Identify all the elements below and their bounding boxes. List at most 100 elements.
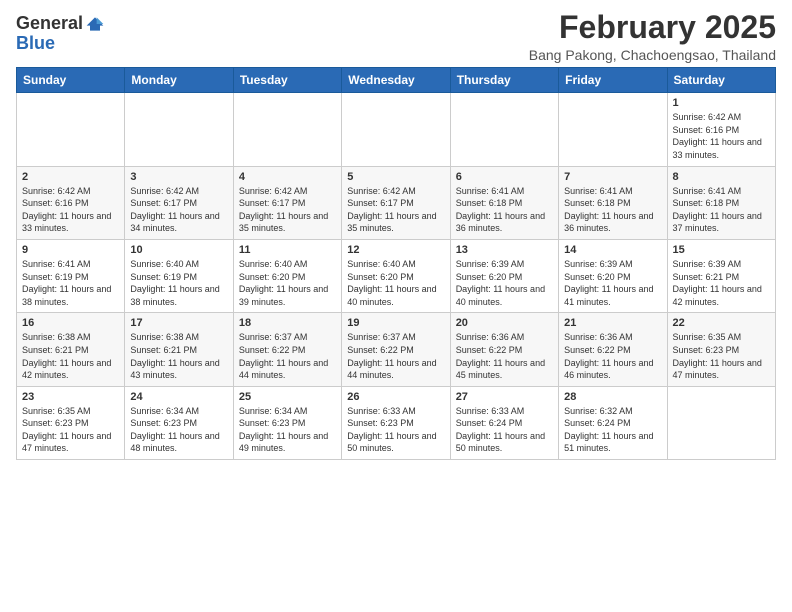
table-row: 27 Sunrise: 6:33 AM Sunset: 6:24 PM Dayli… bbox=[450, 386, 558, 459]
day-info: Sunrise: 6:41 AM Sunset: 6:19 PM Dayligh… bbox=[22, 258, 119, 308]
day-info: Sunrise: 6:37 AM Sunset: 6:22 PM Dayligh… bbox=[239, 331, 336, 381]
table-row: 19 Sunrise: 6:37 AM Sunset: 6:22 PM Dayli… bbox=[342, 313, 450, 386]
calendar-week-row: 23Sunrise: 6:35 AM Sunset: 6:23 PM Dayli… bbox=[17, 386, 776, 459]
table-row bbox=[17, 93, 125, 166]
day-number: 27 bbox=[456, 391, 553, 403]
table-row: 28 Sunrise: 6:32 AM Sunset: 6:24 PM Dayli… bbox=[559, 386, 667, 459]
day-number: 22 bbox=[673, 317, 770, 329]
title-block: February 2025 Bang Pakong, Chachoengsao,… bbox=[529, 10, 776, 63]
day-info: Sunrise: 6:41 AM Sunset: 6:18 PM Dayligh… bbox=[673, 185, 770, 235]
day-info: Sunrise: 6:38 AM Sunset: 6:21 PM Dayligh… bbox=[130, 331, 227, 381]
table-row: 13 Sunrise: 6:39 AM Sunset: 6:20 PM Dayli… bbox=[450, 239, 558, 312]
table-row: 1 Sunrise: 6:42 AM Sunset: 6:16 PM Daylig… bbox=[667, 93, 775, 166]
logo: General Blue bbox=[16, 14, 105, 54]
day-info: Sunrise: 6:40 AM Sunset: 6:20 PM Dayligh… bbox=[347, 258, 444, 308]
table-row bbox=[125, 93, 233, 166]
day-info: Sunrise: 6:39 AM Sunset: 6:21 PM Dayligh… bbox=[673, 258, 770, 308]
day-info: Sunrise: 6:40 AM Sunset: 6:20 PM Dayligh… bbox=[239, 258, 336, 308]
table-row: 16 Sunrise: 6:38 AM Sunset: 6:21 PM Dayli… bbox=[17, 313, 125, 386]
day-number: 28 bbox=[564, 391, 661, 403]
table-row: 15 Sunrise: 6:39 AM Sunset: 6:21 PM Dayli… bbox=[667, 239, 775, 312]
day-number: 14 bbox=[564, 244, 661, 256]
day-info: Sunrise: 6:33 AM Sunset: 6:24 PM Dayligh… bbox=[456, 405, 553, 455]
day-number: 5 bbox=[347, 171, 444, 183]
calendar-week-row: 2 Sunrise: 6:42 AM Sunset: 6:16 PM Daylig… bbox=[17, 166, 776, 239]
day-number: 19 bbox=[347, 317, 444, 329]
day-number: 26 bbox=[347, 391, 444, 403]
day-info: Sunrise: 6:37 AM Sunset: 6:22 PM Dayligh… bbox=[347, 331, 444, 381]
day-number: 8 bbox=[673, 171, 770, 183]
day-info: Sunrise: 6:39 AM Sunset: 6:20 PM Dayligh… bbox=[456, 258, 553, 308]
day-info: Sunrise: 6:42 AM Sunset: 6:17 PM Dayligh… bbox=[239, 185, 336, 235]
day-info: Sunrise: 6:32 AM Sunset: 6:24 PM Dayligh… bbox=[564, 405, 661, 455]
day-number: 16 bbox=[22, 317, 119, 329]
table-row: 6Sunrise: 6:41 AM Sunset: 6:18 PM Daylig… bbox=[450, 166, 558, 239]
day-info: Sunrise: 6:41 AM Sunset: 6:18 PM Dayligh… bbox=[564, 185, 661, 235]
table-row: 5 Sunrise: 6:42 AM Sunset: 6:17 PM Daylig… bbox=[342, 166, 450, 239]
table-row: 7 Sunrise: 6:41 AM Sunset: 6:18 PM Daylig… bbox=[559, 166, 667, 239]
table-row bbox=[559, 93, 667, 166]
calendar-table: Sunday Monday Tuesday Wednesday Thursday… bbox=[16, 67, 776, 460]
day-number: 7 bbox=[564, 171, 661, 183]
title-month: February 2025 bbox=[529, 10, 776, 45]
day-info: Sunrise: 6:42 AM Sunset: 6:16 PM Dayligh… bbox=[673, 111, 770, 161]
table-row bbox=[667, 386, 775, 459]
header: General Blue February 2025 Bang Pakong, … bbox=[16, 10, 776, 63]
day-number: 13 bbox=[456, 244, 553, 256]
table-row: 12 Sunrise: 6:40 AM Sunset: 6:20 PM Dayli… bbox=[342, 239, 450, 312]
table-row: 22 Sunrise: 6:35 AM Sunset: 6:23 PM Dayli… bbox=[667, 313, 775, 386]
logo-general-text: General bbox=[16, 14, 83, 34]
table-row: 4Sunrise: 6:42 AM Sunset: 6:17 PM Daylig… bbox=[233, 166, 341, 239]
day-number: 1 bbox=[673, 97, 770, 109]
table-row: 9 Sunrise: 6:41 AM Sunset: 6:19 PM Daylig… bbox=[17, 239, 125, 312]
table-row: 25 Sunrise: 6:34 AM Sunset: 6:23 PM Dayli… bbox=[233, 386, 341, 459]
day-number: 3 bbox=[130, 171, 227, 183]
table-row: 10Sunrise: 6:40 AM Sunset: 6:19 PM Dayli… bbox=[125, 239, 233, 312]
table-row bbox=[233, 93, 341, 166]
table-row: 23Sunrise: 6:35 AM Sunset: 6:23 PM Dayli… bbox=[17, 386, 125, 459]
table-row: 17 Sunrise: 6:38 AM Sunset: 6:21 PM Dayli… bbox=[125, 313, 233, 386]
header-wednesday: Wednesday bbox=[342, 68, 450, 93]
table-row: 2 Sunrise: 6:42 AM Sunset: 6:16 PM Daylig… bbox=[17, 166, 125, 239]
day-info: Sunrise: 6:38 AM Sunset: 6:21 PM Dayligh… bbox=[22, 331, 119, 381]
table-row: 24Sunrise: 6:34 AM Sunset: 6:23 PM Dayli… bbox=[125, 386, 233, 459]
day-info: Sunrise: 6:33 AM Sunset: 6:23 PM Dayligh… bbox=[347, 405, 444, 455]
header-tuesday: Tuesday bbox=[233, 68, 341, 93]
calendar-week-row: 9 Sunrise: 6:41 AM Sunset: 6:19 PM Daylig… bbox=[17, 239, 776, 312]
calendar-week-row: 1 Sunrise: 6:42 AM Sunset: 6:16 PM Daylig… bbox=[17, 93, 776, 166]
day-info: Sunrise: 6:36 AM Sunset: 6:22 PM Dayligh… bbox=[564, 331, 661, 381]
day-info: Sunrise: 6:41 AM Sunset: 6:18 PM Dayligh… bbox=[456, 185, 553, 235]
day-info: Sunrise: 6:42 AM Sunset: 6:17 PM Dayligh… bbox=[347, 185, 444, 235]
day-info: Sunrise: 6:39 AM Sunset: 6:20 PM Dayligh… bbox=[564, 258, 661, 308]
day-info: Sunrise: 6:40 AM Sunset: 6:19 PM Dayligh… bbox=[130, 258, 227, 308]
day-info: Sunrise: 6:42 AM Sunset: 6:16 PM Dayligh… bbox=[22, 185, 119, 235]
table-row bbox=[450, 93, 558, 166]
day-number: 20 bbox=[456, 317, 553, 329]
day-info: Sunrise: 6:35 AM Sunset: 6:23 PM Dayligh… bbox=[673, 331, 770, 381]
table-row: 20Sunrise: 6:36 AM Sunset: 6:22 PM Dayli… bbox=[450, 313, 558, 386]
table-row: 11 Sunrise: 6:40 AM Sunset: 6:20 PM Dayli… bbox=[233, 239, 341, 312]
day-number: 11 bbox=[239, 244, 336, 256]
table-row: 21Sunrise: 6:36 AM Sunset: 6:22 PM Dayli… bbox=[559, 313, 667, 386]
table-row: 3 Sunrise: 6:42 AM Sunset: 6:17 PM Daylig… bbox=[125, 166, 233, 239]
day-number: 9 bbox=[22, 244, 119, 256]
table-row: 18 Sunrise: 6:37 AM Sunset: 6:22 PM Dayli… bbox=[233, 313, 341, 386]
header-thursday: Thursday bbox=[450, 68, 558, 93]
day-number: 15 bbox=[673, 244, 770, 256]
title-location: Bang Pakong, Chachoengsao, Thailand bbox=[529, 47, 776, 63]
day-info: Sunrise: 6:34 AM Sunset: 6:23 PM Dayligh… bbox=[239, 405, 336, 455]
day-number: 2 bbox=[22, 171, 119, 183]
header-monday: Monday bbox=[125, 68, 233, 93]
day-number: 18 bbox=[239, 317, 336, 329]
day-info: Sunrise: 6:42 AM Sunset: 6:17 PM Dayligh… bbox=[130, 185, 227, 235]
table-row: 8 Sunrise: 6:41 AM Sunset: 6:18 PM Daylig… bbox=[667, 166, 775, 239]
day-number: 12 bbox=[347, 244, 444, 256]
day-number: 17 bbox=[130, 317, 227, 329]
calendar-header-row: Sunday Monday Tuesday Wednesday Thursday… bbox=[17, 68, 776, 93]
header-sunday: Sunday bbox=[17, 68, 125, 93]
day-number: 23 bbox=[22, 391, 119, 403]
day-number: 25 bbox=[239, 391, 336, 403]
table-row: 26 Sunrise: 6:33 AM Sunset: 6:23 PM Dayli… bbox=[342, 386, 450, 459]
logo-icon bbox=[85, 14, 105, 34]
header-saturday: Saturday bbox=[667, 68, 775, 93]
